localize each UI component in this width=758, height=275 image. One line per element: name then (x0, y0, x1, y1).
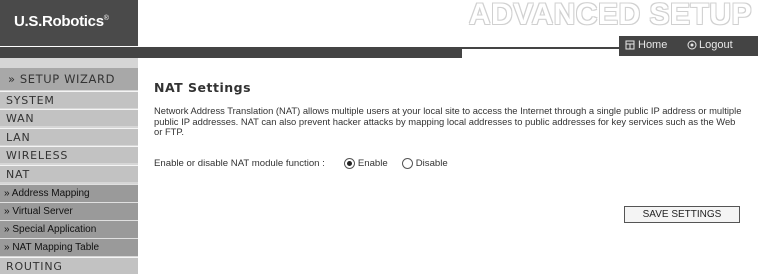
nat-toggle-row: Enable or disable NAT module function : … (154, 158, 448, 169)
logout-icon (687, 40, 697, 50)
sidebar-item-wireless[interactable]: WIRELESS (0, 146, 138, 163)
disable-radio[interactable] (401, 158, 413, 169)
registered-mark: ® (103, 15, 109, 22)
disable-option[interactable]: Disable (401, 158, 448, 169)
sidebar-item-label: SYSTEM (6, 94, 55, 107)
top-links: Home Logout (619, 36, 758, 56)
sidebar-item-system[interactable]: SYSTEM (0, 91, 138, 108)
brand-logo: U.S.Robotics® (14, 13, 109, 30)
sidebar-subitem-label: » Virtual Server (4, 206, 73, 217)
save-settings-button[interactable]: SAVE SETTINGS (624, 206, 740, 223)
nat-toggle-label: Enable or disable NAT module function : (154, 158, 325, 169)
sidebar: » SETUP WIZARD SYSTEM WAN LAN WIRELESS N… (0, 58, 138, 274)
sidebar-subitem-label: » Address Mapping (4, 188, 90, 199)
enable-radio[interactable] (343, 158, 355, 169)
logout-label: Logout (699, 39, 733, 51)
sidebar-subitem-nat-mapping-table[interactable]: » NAT Mapping Table (0, 238, 138, 256)
banner-title: ADVANCED SETUP (468, 0, 752, 31)
page-title: NAT Settings (154, 80, 252, 95)
sidebar-subitem-label: » NAT Mapping Table (4, 242, 100, 253)
sidebar-subitem-address-mapping[interactable]: » Address Mapping (0, 184, 138, 202)
sidebar-setup-wizard[interactable]: » SETUP WIZARD (0, 68, 138, 90)
sidebar-item-lan[interactable]: LAN (0, 128, 138, 145)
sidebar-item-nat[interactable]: NAT (0, 165, 138, 182)
sidebar-item-label: WIRELESS (6, 149, 69, 162)
home-label: Home (638, 39, 668, 51)
sidebar-item-label: ROUTING (6, 260, 63, 273)
home-link[interactable]: Home (625, 39, 667, 51)
nat-description: Network Address Translation (NAT) allows… (154, 105, 742, 137)
logo-box: U.S.Robotics® (0, 0, 138, 46)
sidebar-subitem-virtual-server[interactable]: » Virtual Server (0, 202, 138, 220)
home-icon (625, 40, 635, 50)
sidebar-item-label: NAT (6, 168, 31, 181)
sidebar-wizard-label: » SETUP WIZARD (8, 72, 116, 86)
sidebar-item-label: LAN (6, 131, 31, 144)
sidebar-subitem-special-application[interactable]: » Special Application (0, 220, 138, 238)
enable-option[interactable]: Enable (343, 158, 388, 169)
disable-label: Disable (415, 158, 448, 169)
sidebar-item-label: WAN (6, 112, 35, 125)
sidebar-item-wan[interactable]: WAN (0, 109, 138, 126)
brand-logo-text: U.S.Robotics (14, 13, 104, 30)
enable-label: Enable (357, 158, 388, 169)
sidebar-subitem-label: » Special Application (4, 224, 97, 235)
header-bar (0, 47, 462, 58)
header-bar-line (462, 47, 620, 49)
logout-link[interactable]: Logout (687, 39, 733, 51)
sidebar-item-routing[interactable]: ROUTING (0, 257, 138, 274)
